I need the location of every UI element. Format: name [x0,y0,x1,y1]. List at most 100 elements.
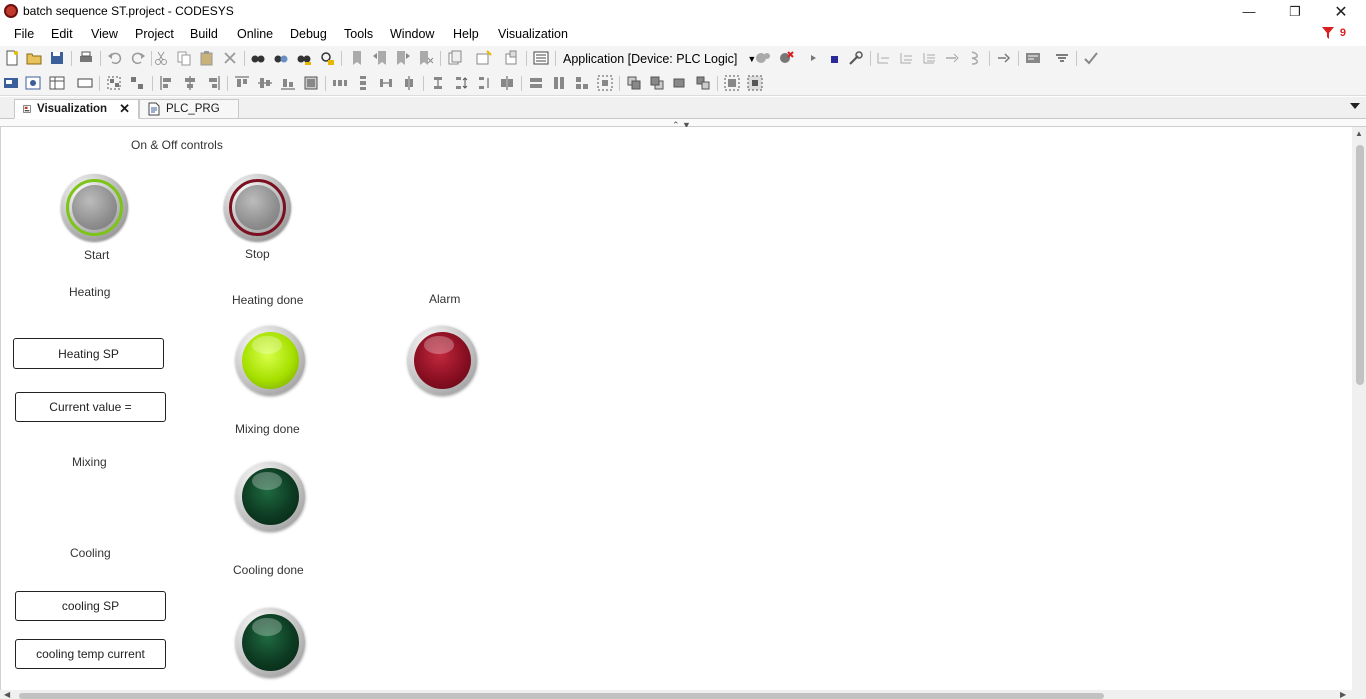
cooling-sp-field[interactable]: cooling SP [15,591,166,621]
bookmark-icon[interactable] [349,50,365,66]
pages-icon[interactable] [447,50,463,66]
stop-run-icon[interactable] [827,50,843,66]
display-mode-icon[interactable] [1025,50,1041,66]
make-same-size-icon[interactable] [574,75,590,91]
close-tab-icon[interactable]: ✕ [119,101,130,117]
heating-sp-field[interactable]: Heating SP [13,338,164,369]
interface-editor-icon[interactable] [25,75,41,91]
menu-edit[interactable]: Edit [51,27,73,41]
align-top-icon[interactable] [234,75,250,91]
stop-button[interactable] [224,174,291,241]
menu-online[interactable]: Online [237,27,273,41]
logout-icon[interactable] [778,50,794,66]
ungroup-icon[interactable] [129,75,145,91]
menu-visualization[interactable]: Visualization [498,27,568,41]
find-next-icon[interactable] [273,50,289,66]
align-bottom-icon[interactable] [280,75,296,91]
space-evenly-icon[interactable] [378,75,394,91]
replace-icon[interactable] [296,50,312,66]
start-run-icon[interactable] [805,50,821,66]
horizontal-scroll-thumb[interactable] [19,693,1104,699]
open-folder-icon[interactable] [26,50,42,66]
step-into-icon[interactable] [898,50,914,66]
run-to-cursor-icon[interactable] [944,50,960,66]
send-backward-icon[interactable] [672,75,688,91]
current-value-field[interactable]: Current value = [15,392,166,422]
menu-debug[interactable]: Debug [290,27,327,41]
scroll-left-icon[interactable]: ◀ [4,690,10,699]
restore-button[interactable]: ❐ [1272,0,1318,23]
compile-icon[interactable] [533,50,549,66]
make-same-width-icon[interactable] [528,75,544,91]
send-to-back-icon[interactable] [695,75,711,91]
align-right-icon[interactable] [205,75,221,91]
save-icon[interactable] [49,50,65,66]
element-list-icon[interactable] [77,75,93,91]
check-all-icon[interactable] [1083,50,1099,66]
make-same-height-icon[interactable] [551,75,567,91]
add-object-icon[interactable] [476,50,492,66]
menu-help[interactable]: Help [453,27,479,41]
menu-build[interactable]: Build [190,27,218,41]
active-application-combo[interactable]: Application [Device: PLC Logic] ▼ [563,50,756,68]
copy-icon[interactable] [176,50,192,66]
bring-to-front-icon[interactable] [626,75,642,91]
filter-icon[interactable] [1054,50,1070,66]
distribute-vertical-icon[interactable] [355,75,371,91]
step-over-icon[interactable] [875,50,891,66]
center-in-frame-icon[interactable] [597,75,613,91]
select-background-icon[interactable] [747,75,763,91]
decrease-spacing-icon[interactable] [476,75,492,91]
remove-spacing-icon[interactable] [499,75,515,91]
visualization-canvas[interactable]: On & Off controls Start Stop Heating Hea… [0,127,1352,693]
scroll-right-icon[interactable]: ▶ [1340,690,1346,699]
same-size-icon[interactable] [303,75,319,91]
scroll-up-icon[interactable]: ▲ [1355,129,1363,138]
minimize-button[interactable]: — [1226,0,1272,23]
select-all-icon[interactable] [724,75,740,91]
align-middle-icon[interactable] [257,75,273,91]
align-left-icon[interactable] [159,75,175,91]
tab-plc-prg[interactable]: PLC_PRG [139,99,239,119]
hotkeys-icon[interactable] [49,75,65,91]
set-next-statement-icon[interactable] [967,50,983,66]
menu-file[interactable]: File [14,27,34,41]
messages-alert[interactable]: 9 [1321,26,1346,40]
show-current-statement-icon[interactable] [996,50,1012,66]
print-icon[interactable] [78,50,94,66]
login-icon[interactable] [755,50,771,66]
find-icon[interactable] [250,50,266,66]
new-file-icon[interactable] [4,50,20,66]
vertical-scroll-thumb[interactable] [1356,145,1364,385]
menu-project[interactable]: Project [135,27,174,41]
close-window-button[interactable]: ✕ [1318,0,1364,23]
menu-window[interactable]: Window [390,27,434,41]
distribute-horizontal-icon[interactable] [332,75,348,91]
undo-icon[interactable] [107,50,123,66]
visualization-toolbox-icon[interactable] [3,75,19,91]
cooling-temp-current-field[interactable]: cooling temp current [15,639,166,669]
horizontal-scrollbar[interactable]: ◀ ▶ [0,690,1366,699]
delete-icon[interactable] [222,50,238,66]
increase-spacing-icon[interactable] [453,75,469,91]
align-center-icon[interactable] [182,75,198,91]
vertical-spacing-icon[interactable] [430,75,446,91]
start-button[interactable] [61,174,128,241]
properties-icon[interactable] [504,50,520,66]
next-bookmark-icon[interactable] [395,50,411,66]
tab-list-dropdown[interactable] [1350,103,1360,109]
clear-bookmarks-icon[interactable] [418,50,434,66]
menu-view[interactable]: View [91,27,118,41]
space-tighten-icon[interactable] [401,75,417,91]
group-icon[interactable] [106,75,122,91]
cut-icon[interactable] [153,50,169,66]
bring-forward-icon[interactable] [649,75,665,91]
vertical-scrollbar[interactable]: ▲ [1352,127,1366,693]
prev-bookmark-icon[interactable] [372,50,388,66]
paste-icon[interactable] [199,50,215,66]
tab-visualization[interactable]: Visualization ✕ [14,99,139,119]
find-in-project-icon[interactable] [319,50,335,66]
step-out-icon[interactable] [921,50,937,66]
redo-icon[interactable] [130,50,146,66]
reset-icon[interactable] [848,50,864,66]
